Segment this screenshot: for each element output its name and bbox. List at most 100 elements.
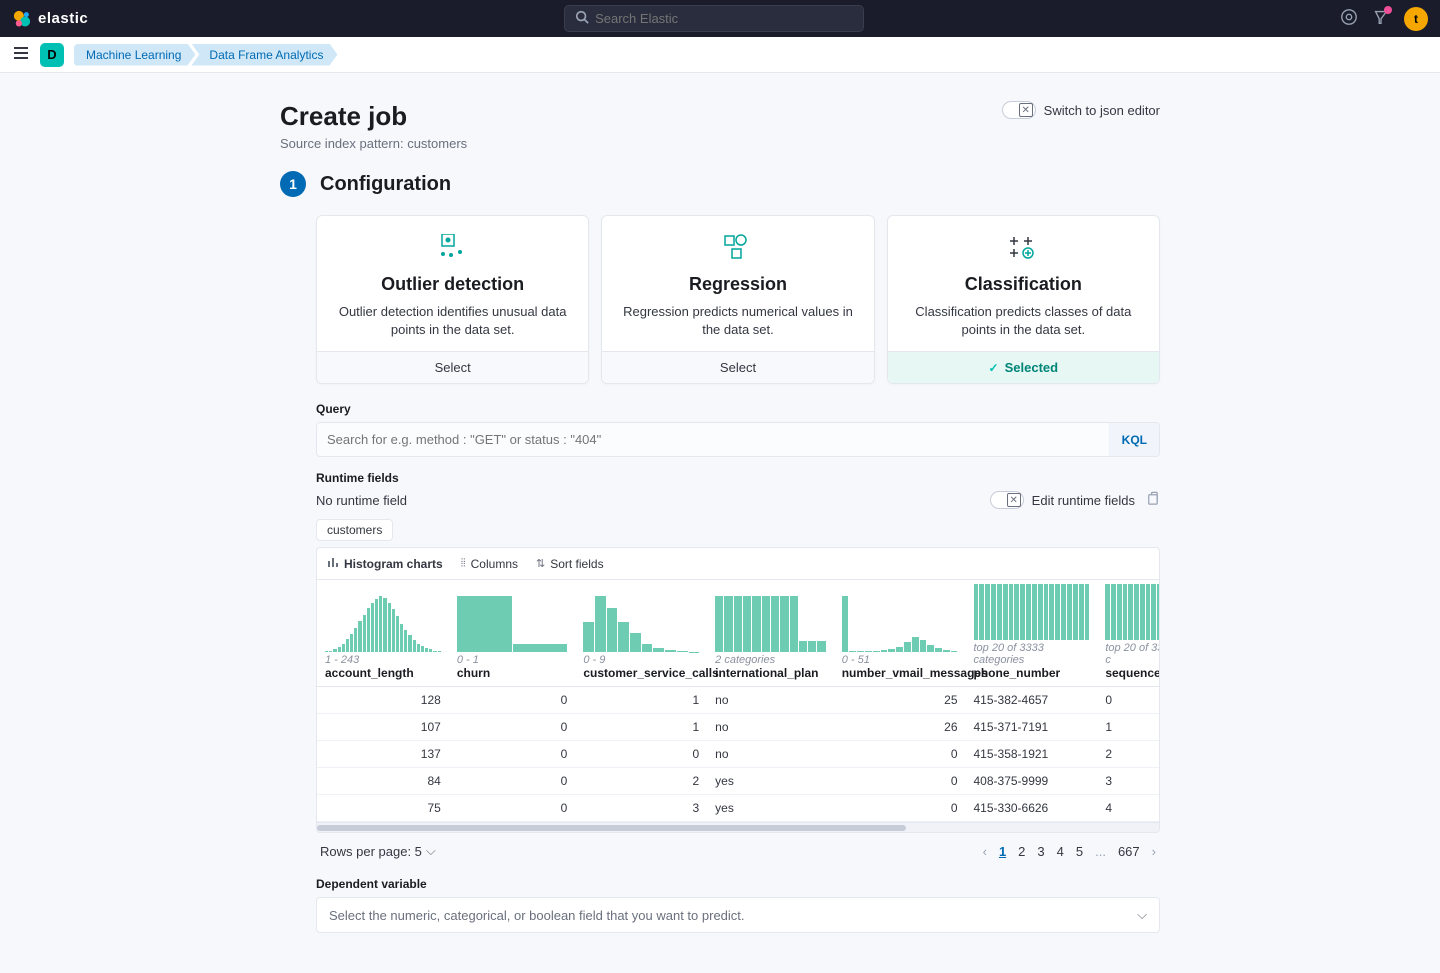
global-search-input[interactable] [595, 11, 853, 26]
histogram [842, 596, 958, 652]
close-icon: ✕ [1019, 103, 1033, 117]
search-icon [575, 10, 589, 27]
logo-text: elastic [38, 10, 88, 27]
card-regression[interactable]: Regression Regression predicts numerical… [601, 215, 874, 384]
histogram [457, 596, 568, 652]
pagination: Rows per page: 5 ⌵ ‹ 1 2 3 4 5 ... 667 › [316, 833, 1160, 869]
column-range: top 20 of 3333 categories [974, 642, 1090, 666]
cell: 0 [1097, 687, 1160, 714]
cell: 0 [449, 741, 576, 768]
prev-page-icon[interactable]: ‹ [983, 844, 987, 859]
page-5[interactable]: 5 [1076, 844, 1083, 859]
top-header: elastic t [0, 0, 1440, 37]
page-title: Create job [280, 101, 467, 132]
notification-dot [1384, 6, 1392, 14]
outlier-icon [335, 234, 570, 262]
user-avatar[interactable]: t [1404, 7, 1428, 31]
dependent-variable-select[interactable]: Select the numeric, categorical, or bool… [316, 897, 1160, 933]
column-header[interactable]: 2 categoriesinternational_plan [707, 580, 834, 687]
column-range: 0 - 9 [583, 654, 699, 666]
card-select-button[interactable]: Select [317, 351, 588, 383]
histogram [1105, 584, 1160, 640]
cell: 0 [834, 795, 966, 822]
page-4[interactable]: 4 [1057, 844, 1064, 859]
column-range: 0 - 51 [842, 654, 958, 666]
dependent-variable-placeholder: Select the numeric, categorical, or bool… [329, 908, 745, 923]
cell: 0 [575, 741, 707, 768]
main-content: Create job Source index pattern: custome… [280, 73, 1160, 973]
page-last[interactable]: 667 [1118, 844, 1140, 859]
card-classification[interactable]: Classification Classification predicts c… [887, 215, 1160, 384]
cell: 408-375-9999 [966, 768, 1098, 795]
page-3[interactable]: 3 [1037, 844, 1044, 859]
classification-icon [906, 234, 1141, 262]
json-editor-toggle[interactable]: ✕ Switch to json editor [1002, 101, 1160, 119]
runtime-switch[interactable]: ✕ [990, 491, 1024, 509]
breadcrumb-dfa[interactable]: Data Frame Analytics [191, 44, 337, 66]
histogram [974, 584, 1090, 640]
copy-icon[interactable] [1145, 491, 1160, 509]
column-range: 0 - 1 [457, 654, 568, 666]
cell: 0 [449, 687, 576, 714]
column-header[interactable]: 1 - 243account_length [317, 580, 449, 687]
global-search[interactable] [564, 5, 864, 32]
step-number-badge: 1 [280, 171, 306, 197]
kql-toggle[interactable]: KQL [1109, 423, 1159, 456]
column-name: international_plan [715, 666, 826, 680]
cell: 84 [317, 768, 449, 795]
cell: no [707, 741, 834, 768]
cell: 107 [317, 714, 449, 741]
cell: 128 [317, 687, 449, 714]
column-header[interactable]: 0 - 1churn [449, 580, 576, 687]
column-header[interactable]: 0 - 51number_vmail_messages [834, 580, 966, 687]
newsfeed-icon[interactable] [1372, 8, 1390, 29]
column-range: 1 - 243 [325, 654, 441, 666]
column-header[interactable]: 0 - 9customer_service_calls [575, 580, 707, 687]
elastic-logo[interactable]: elastic [12, 9, 88, 29]
columns-button[interactable]: ⦙⦙ Columns [461, 556, 518, 571]
sort-fields-button[interactable]: ⇅ Sort fields [536, 556, 604, 571]
rows-per-page[interactable]: Rows per page: 5 ⌵ [320, 843, 436, 859]
switch-control[interactable]: ✕ [1002, 101, 1036, 119]
menu-icon[interactable] [12, 44, 30, 65]
sub-header: D Machine Learning Data Frame Analytics [0, 37, 1440, 73]
dependent-variable-label: Dependent variable [316, 877, 1160, 891]
horizontal-scroll-indicator[interactable] [317, 822, 1159, 832]
table-row[interactable]: 12801no25415-382-46570 [317, 687, 1160, 714]
cell: 415-371-7191 [966, 714, 1098, 741]
card-outlier-detection[interactable]: Outlier detection Outlier detection iden… [316, 215, 589, 384]
column-name: phone_number [974, 666, 1090, 680]
query-input[interactable] [317, 423, 1109, 456]
cell: 0 [834, 768, 966, 795]
table-row[interactable]: 7503yes0415-330-66264 [317, 795, 1160, 822]
page-1[interactable]: 1 [999, 844, 1006, 859]
column-name: number_vmail_messages [842, 666, 958, 680]
cell: 415-330-6626 [966, 795, 1098, 822]
cell: 1 [575, 687, 707, 714]
card-selected-indicator: ✓ Selected [888, 351, 1159, 383]
page-2[interactable]: 2 [1018, 844, 1025, 859]
table-row[interactable]: 10701no26415-371-71911 [317, 714, 1160, 741]
column-range: 2 categories [715, 654, 826, 666]
next-page-icon[interactable]: › [1152, 844, 1156, 859]
table-row[interactable]: 8402yes0408-375-99993 [317, 768, 1160, 795]
source-chip[interactable]: customers [316, 519, 393, 541]
histogram-charts-button[interactable]: Histogram charts [327, 556, 443, 571]
help-icon[interactable] [1340, 8, 1358, 29]
cell: 2 [1097, 741, 1160, 768]
card-select-button[interactable]: Select [602, 351, 873, 383]
cell: 1 [575, 714, 707, 741]
page-ellipsis: ... [1095, 844, 1106, 859]
breadcrumb-ml[interactable]: Machine Learning [74, 44, 195, 66]
page-subtitle: Source index pattern: customers [280, 136, 467, 151]
card-desc: Outlier detection identifies unusual dat… [335, 303, 570, 339]
column-header[interactable]: top 20 of 3333 categoriesphone_number [966, 580, 1098, 687]
table-row[interactable]: 13700no0415-358-19212 [317, 741, 1160, 768]
chevron-down-icon: ⌵ [426, 843, 436, 859]
column-header[interactable]: top 20 of 3333 csequenceID [1097, 580, 1160, 687]
sort-icon: ⇅ [536, 557, 545, 570]
space-badge[interactable]: D [40, 43, 64, 67]
cell: 2 [575, 768, 707, 795]
query-input-box[interactable]: KQL [316, 422, 1160, 457]
runtime-none-text: No runtime field [316, 493, 407, 508]
